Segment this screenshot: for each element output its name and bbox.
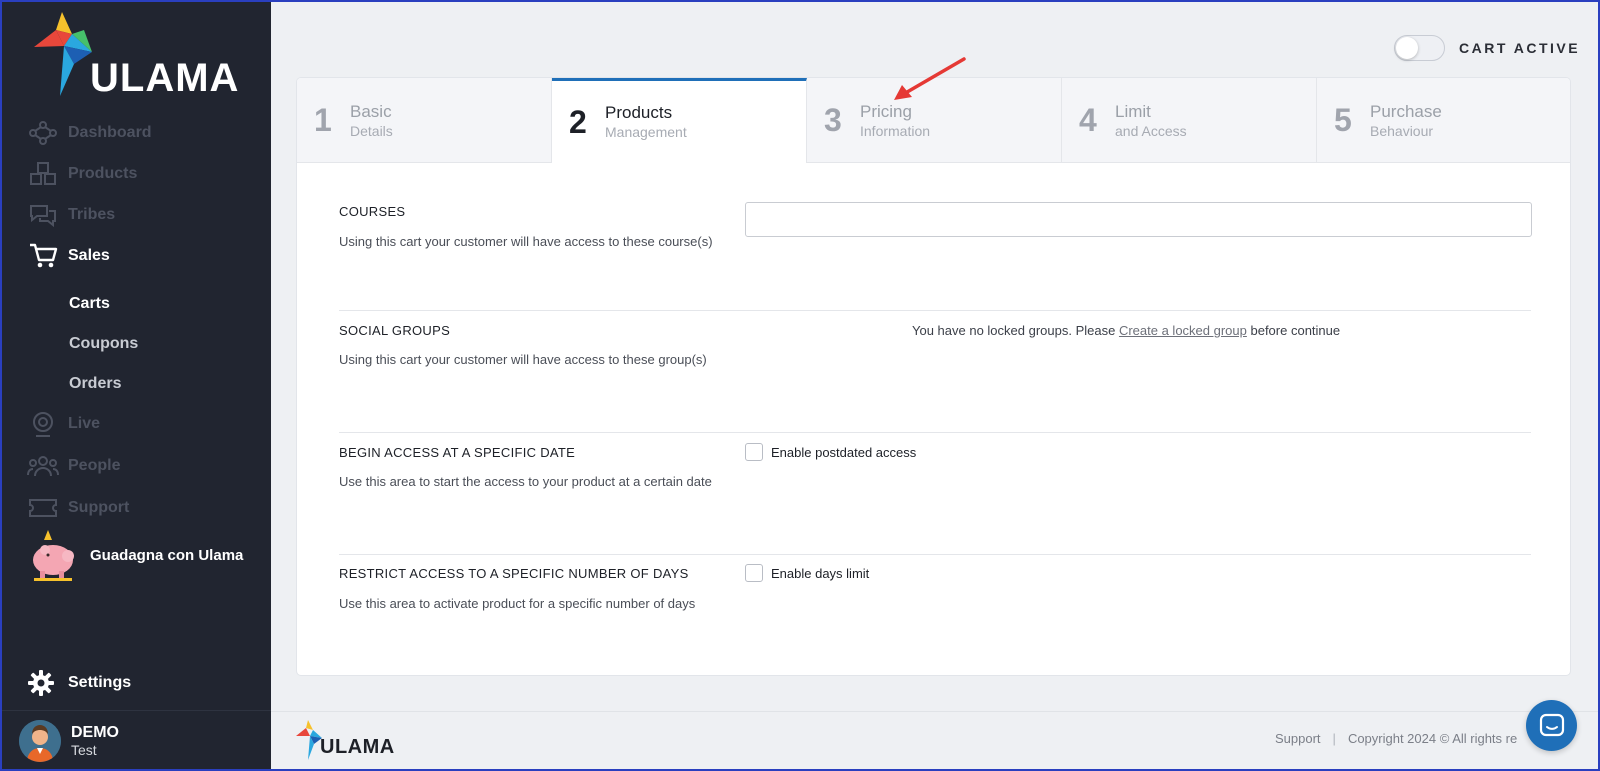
sidebar: ULAMA Dashboard Products Tribes Sales Ca… <box>0 0 271 771</box>
step-number: 4 <box>1079 102 1097 138</box>
tribes-icon <box>26 200 60 230</box>
sidebar-subitem-orders[interactable]: Orders <box>69 375 121 393</box>
step-number: 2 <box>569 103 587 140</box>
products-icon <box>26 159 60 189</box>
sidebar-item-label: People <box>68 457 121 474</box>
create-locked-group-link[interactable]: Create a locked group <box>1119 323 1247 338</box>
ticket-icon <box>26 493 60 523</box>
section-description: Use this area to start the access to you… <box>339 474 712 489</box>
section-description: Using this cart your customer will have … <box>339 234 713 249</box>
step-number: 3 <box>824 102 842 138</box>
courses-input[interactable] <box>745 202 1532 237</box>
people-icon <box>26 451 60 481</box>
user-profile[interactable]: DEMO Test <box>19 720 119 762</box>
earn-label: Guadagna con Ulama <box>90 546 244 564</box>
sidebar-item-dashboard[interactable]: Dashboard <box>0 115 271 151</box>
sidebar-item-people[interactable]: People <box>0 448 271 484</box>
social-groups-section: SOCIAL GROUPS Using this cart your custo… <box>339 323 1531 433</box>
sidebar-subitem-carts[interactable]: Carts <box>69 295 110 313</box>
step-subtitle: Information <box>860 122 931 139</box>
sidebar-item-settings[interactable]: Settings <box>28 670 131 696</box>
step-subtitle: Behaviour <box>1370 122 1434 139</box>
checkbox-label: Enable postdated access <box>771 444 917 460</box>
days-limit-checkbox[interactable]: Enable days limit <box>745 564 869 582</box>
cart-active-label: CART ACTIVE <box>1459 40 1581 56</box>
step-subtitle: and Access <box>1115 122 1187 139</box>
footer-brand: ULAMA <box>320 736 395 758</box>
message-text-end: before continue <box>1246 323 1341 338</box>
step-title: Limit <box>1115 101 1151 121</box>
gear-icon <box>28 670 54 696</box>
dashboard-icon <box>26 118 60 148</box>
step-products[interactable]: 2 Products Management <box>552 78 807 163</box>
sidebar-item-support[interactable]: Support <box>0 490 271 526</box>
checkbox-label: Enable days limit <box>771 565 870 581</box>
checkbox-box[interactable] <box>745 564 763 582</box>
earn-with-ulama[interactable]: Guadagna con Ulama <box>26 528 243 582</box>
footer-support-link[interactable]: Support <box>1275 731 1321 746</box>
footer-copyright: Copyright 2024 © All rights re <box>1347 731 1518 746</box>
step-title: Products <box>605 103 673 122</box>
sidebar-item-live[interactable]: Live <box>0 406 271 442</box>
step-title: Basic <box>350 101 392 121</box>
footer-divider <box>271 711 1600 712</box>
step-number: 1 <box>314 102 332 138</box>
cart-active-toggle[interactable] <box>1394 35 1445 61</box>
section-title: BEGIN ACCESS AT A SPECIFIC DATE <box>339 445 576 460</box>
user-name: DEMO <box>71 724 119 741</box>
toggle-knob <box>1396 37 1418 59</box>
section-description: Use this area to activate product for a … <box>339 596 696 611</box>
annotation-arrow-icon <box>894 57 966 100</box>
settings-label: Settings <box>68 674 132 691</box>
step-subtitle: Details <box>350 122 393 139</box>
footer-logo: ULAMA <box>296 720 396 762</box>
begin-access-section: BEGIN ACCESS AT A SPECIFIC DATE Use this… <box>339 443 1531 555</box>
no-locked-groups-message: You have no locked groups. Please Create… <box>912 323 1340 338</box>
chat-launcher-button[interactable] <box>1526 700 1577 751</box>
piggy-bank-icon <box>33 530 74 581</box>
restrict-days-section: RESTRICT ACCESS TO A SPECIFIC NUMBER OF … <box>339 564 1531 636</box>
step-title: Purchase <box>1370 101 1442 121</box>
ulama-logo[interactable]: ULAMA <box>34 12 244 102</box>
checkbox-box[interactable] <box>745 443 763 461</box>
section-description: Using this cart your customer will have … <box>339 352 707 367</box>
sidebar-item-label: Sales <box>68 247 110 264</box>
message-text: You have no locked groups. Please <box>912 323 1119 338</box>
section-title: SOCIAL GROUPS <box>339 323 451 338</box>
step-number: 5 <box>1334 102 1352 138</box>
avatar <box>19 720 61 762</box>
sidebar-item-label: Tribes <box>68 206 116 223</box>
brand-name: ULAMA <box>90 56 240 100</box>
chat-icon <box>1539 713 1564 736</box>
sidebar-item-sales[interactable]: Sales <box>0 238 271 274</box>
cart-editor-card: 1 Basic Details 2 Products Management 3 … <box>296 77 1571 676</box>
footer-links: Support | Copyright 2024 © All rights re <box>1275 731 1517 746</box>
sidebar-item-label: Dashboard <box>68 124 152 141</box>
section-title: COURSES <box>339 204 406 219</box>
divider <box>0 710 271 711</box>
sidebar-item-label: Support <box>68 499 130 516</box>
live-icon <box>26 409 60 439</box>
step-basic[interactable]: 1 Basic Details <box>297 78 552 163</box>
section-title: RESTRICT ACCESS TO A SPECIFIC NUMBER OF … <box>339 566 689 581</box>
step-limit[interactable]: 4 Limit and Access <box>1062 78 1317 163</box>
courses-section: COURSES Using this cart your customer wi… <box>339 202 1532 311</box>
cart-icon <box>26 241 60 271</box>
sidebar-item-products[interactable]: Products <box>0 156 271 192</box>
step-subtitle: Management <box>605 124 687 140</box>
sidebar-subitem-coupons[interactable]: Coupons <box>69 335 138 353</box>
user-role: Test <box>71 742 97 758</box>
sidebar-item-label: Products <box>68 165 138 182</box>
footer-separator: | <box>1332 731 1336 746</box>
sidebar-item-tribes[interactable]: Tribes <box>0 197 271 233</box>
sidebar-item-label: Live <box>68 415 101 432</box>
cart-active-toggle-wrap: CART ACTIVE <box>1394 35 1580 61</box>
postdated-access-checkbox[interactable]: Enable postdated access <box>745 443 916 461</box>
step-purchase[interactable]: 5 Purchase Behaviour <box>1317 78 1570 163</box>
